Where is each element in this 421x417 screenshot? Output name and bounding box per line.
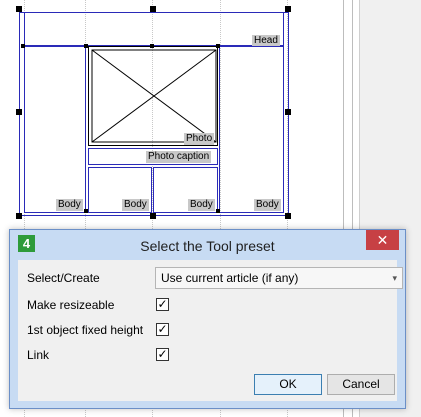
first-object-fixed-height-checkbox[interactable]: ✓ xyxy=(156,323,169,336)
cancel-button[interactable]: Cancel xyxy=(327,374,395,395)
body-tag: Body xyxy=(188,199,215,211)
resize-handle[interactable] xyxy=(16,6,22,12)
resize-handle[interactable] xyxy=(21,44,25,48)
link-checkbox[interactable]: ✓ xyxy=(156,348,169,361)
resize-handle[interactable] xyxy=(150,213,156,219)
close-button[interactable]: ✕ xyxy=(366,230,399,250)
image-placeholder-icon xyxy=(91,49,217,143)
select-create-label: Select/Create xyxy=(27,271,100,285)
checkmark-icon: ✓ xyxy=(157,347,168,361)
chevron-down-icon: ▾ xyxy=(392,273,397,283)
resize-handle[interactable] xyxy=(84,209,88,213)
resize-handle[interactable] xyxy=(285,6,291,12)
body-tag: Body xyxy=(56,199,83,211)
resize-handle[interactable] xyxy=(150,6,156,12)
body-frame-right[interactable] xyxy=(219,46,284,213)
photo-tag: Photo xyxy=(184,133,215,145)
close-icon: ✕ xyxy=(376,232,389,248)
body-frame-left[interactable] xyxy=(24,46,86,213)
resize-handle[interactable] xyxy=(16,213,22,219)
make-resizeable-label: Make resizeable xyxy=(27,298,115,312)
checkmark-icon: ✓ xyxy=(157,322,168,336)
link-label: Link xyxy=(27,348,50,362)
dialog-titlebar[interactable]: 4 Select the Tool preset ✕ xyxy=(10,230,405,260)
resize-handle[interactable] xyxy=(16,109,22,115)
tool-preset-dialog: 4 Select the Tool preset ✕ Select/Create… xyxy=(9,229,406,409)
first-object-fixed-height-label: 1st object fixed height xyxy=(27,323,144,337)
resize-handle[interactable] xyxy=(216,209,220,213)
body-tag: Body xyxy=(254,199,281,211)
body-tag: Body xyxy=(122,199,149,211)
select-create-value: Use current article (if any) xyxy=(161,271,299,285)
checkmark-icon: ✓ xyxy=(157,297,168,311)
resize-handle[interactable] xyxy=(285,213,291,219)
head-frame[interactable] xyxy=(24,12,284,46)
select-create-dropdown[interactable]: Use current article (if any) ▾ xyxy=(155,267,403,289)
photo-frame[interactable] xyxy=(88,46,218,146)
resize-handle[interactable] xyxy=(285,109,291,115)
make-resizeable-checkbox[interactable]: ✓ xyxy=(156,298,169,311)
resize-handle[interactable] xyxy=(216,44,220,48)
resize-handle[interactable] xyxy=(84,44,88,48)
photo-caption-tag: Photo caption xyxy=(146,151,212,163)
resize-handle[interactable] xyxy=(150,44,154,48)
dialog-title: Select the Tool preset xyxy=(140,238,275,254)
ok-button[interactable]: OK xyxy=(254,374,322,395)
